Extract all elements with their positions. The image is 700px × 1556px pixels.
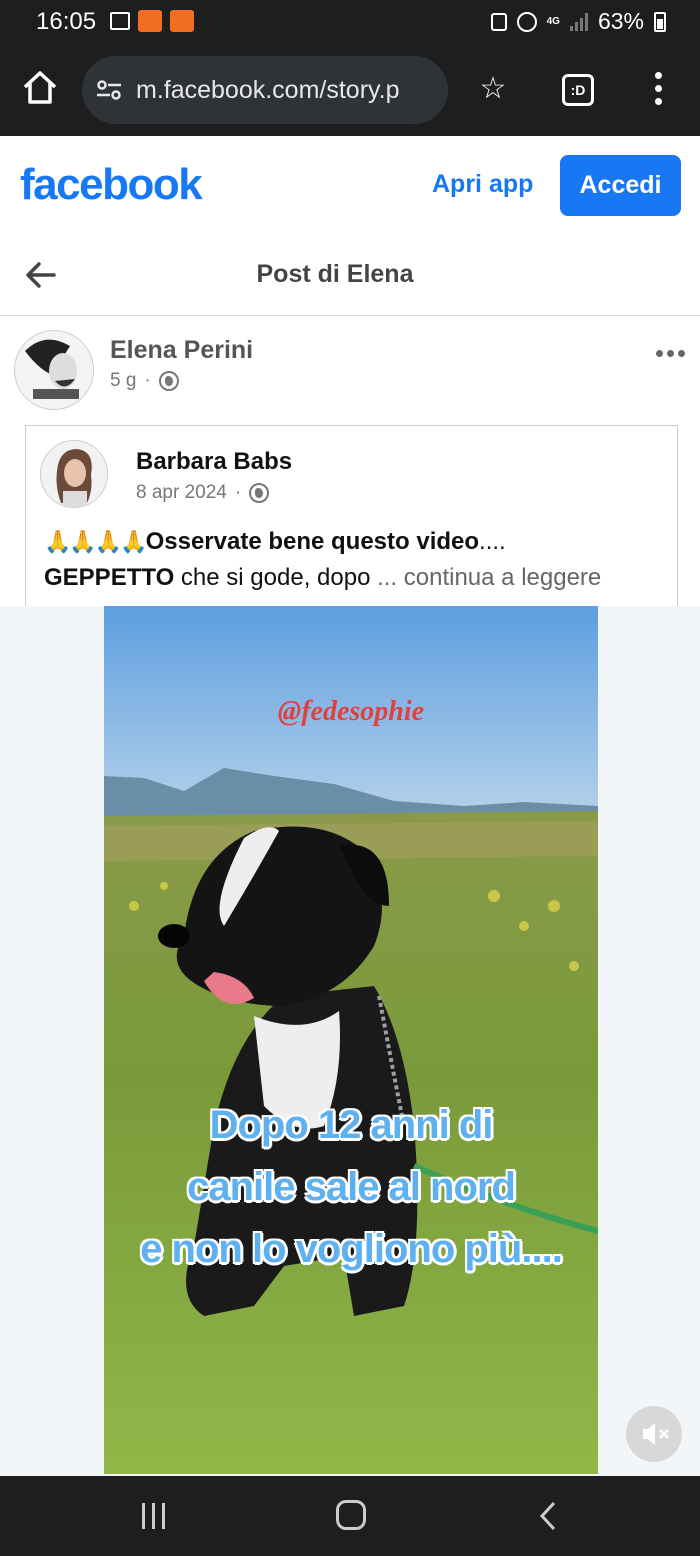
tab-switcher-button[interactable]: :D (562, 74, 594, 106)
recent-apps-button[interactable] (142, 1503, 165, 1529)
signal-icon (569, 12, 588, 31)
more-options-icon[interactable] (656, 350, 685, 357)
open-app-link[interactable]: Apri app (432, 170, 533, 199)
browser-menu-icon[interactable] (650, 72, 666, 110)
temu-icon (170, 10, 194, 32)
video-frame (104, 606, 598, 1474)
meta-separator: · (144, 370, 151, 391)
video-handle: @fedesophie (277, 696, 425, 727)
site-settings-icon[interactable] (96, 80, 122, 100)
post-headline: Osservate bene questo video (145, 528, 480, 555)
shared-author-name[interactable]: Barbara Babs (136, 448, 292, 476)
post-author-name[interactable]: Elena Perini (110, 336, 253, 365)
globe-icon (249, 483, 270, 503)
post-age[interactable]: 5 g (110, 370, 136, 392)
home-icon[interactable] (20, 68, 60, 108)
read-more-link[interactable]: ... continua a leggere (377, 564, 601, 591)
login-button[interactable]: Accedi (560, 155, 681, 216)
bookmark-star-icon[interactable]: ☆ (476, 74, 510, 108)
mute-toggle-button[interactable] (626, 1406, 682, 1462)
post-headline-trail: .... (479, 528, 506, 555)
system-nav-bar (0, 1476, 700, 1556)
battery-saver-icon (490, 12, 507, 31)
video-caption-line: canile sale al nord (187, 1165, 516, 1209)
url-text: m.facebook.com/story.p (136, 76, 400, 104)
system-icons: 4G 63% (490, 8, 666, 35)
speaker-muted-icon (643, 1423, 669, 1445)
video-caption-line: e non lo vogliono più.... (140, 1227, 563, 1271)
facebook-logo[interactable]: facebook (20, 160, 203, 210)
page-title: Post di Elena (256, 260, 414, 288)
network-type-icon: 4G (546, 16, 560, 27)
video-player[interactable]: @fedesophie Dopo 12 anni di canile sale … (104, 606, 598, 1474)
shared-post-meta: 8 apr 2024 · (136, 482, 270, 504)
facebook-header: facebook Apri app Accedi (0, 138, 700, 238)
post-meta: 5 g · (110, 370, 179, 392)
alarm-icon (516, 11, 537, 32)
status-time: 16:05 (36, 8, 97, 35)
video-container: @fedesophie Dopo 12 anni di canile sale … (0, 606, 700, 1476)
avatar[interactable] (40, 440, 108, 508)
page-header: Post di Elena (0, 238, 700, 316)
meta-separator: · (234, 482, 242, 503)
shared-post-text: 🙏🙏🙏🙏Osservate bene questo video.... GEPP… (44, 524, 684, 596)
post-bold-name: GEPPETTO (44, 564, 175, 591)
address-bar[interactable]: m.facebook.com/story.p (82, 56, 448, 124)
temu-icon (138, 10, 162, 32)
shared-post-card[interactable]: Barbara Babs 8 apr 2024 · 🙏🙏🙏🙏Osservate … (25, 425, 678, 608)
battery-percent: 63% (597, 8, 644, 34)
battery-icon (654, 11, 666, 32)
video-caption: Dopo 12 anni di canile sale al nord e no… (104, 1094, 598, 1280)
back-button[interactable] (538, 1500, 558, 1532)
video-caption-line: Dopo 12 anni di (209, 1103, 494, 1147)
status-bar: 16:05 4G 63% (0, 0, 700, 44)
avatar[interactable] (14, 330, 94, 410)
home-button[interactable] (336, 1500, 366, 1530)
globe-icon (158, 371, 179, 391)
notification-icons (110, 10, 194, 32)
gallery-icon (110, 12, 130, 30)
post-text-rest: che si gode, dopo (174, 564, 378, 591)
browser-toolbar: m.facebook.com/story.p ☆ :D (0, 44, 700, 136)
shared-post-date[interactable]: 8 apr 2024 (136, 482, 227, 504)
praying-hands-emoji: 🙏🙏🙏🙏 (44, 529, 148, 554)
